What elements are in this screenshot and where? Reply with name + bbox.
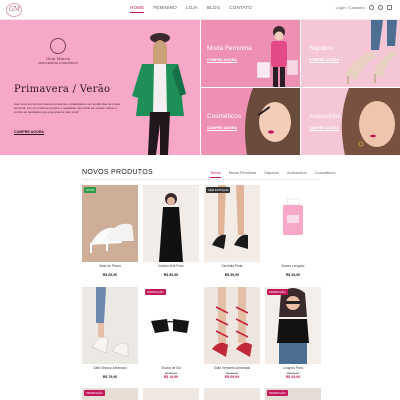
product-name[interactable]: Bruma Lengado (265, 264, 321, 268)
product-card[interactable]: PROMOÇÃO Óculos de Sol R$ 59,90 R$ 19,90 (143, 287, 199, 385)
product-name[interactable]: Sandália Preta (204, 264, 260, 268)
nav-loja[interactable]: LOJA (186, 5, 198, 13)
product-badge: PROMOÇÃO (267, 289, 288, 295)
cart-icon[interactable] (387, 5, 392, 10)
nav-blog[interactable]: BLOG (207, 5, 220, 13)
hero-banner: Gina Moura MODA FEMININA & ACESSÓRIOS Pr… (0, 20, 200, 155)
product-card[interactable]: PROMOÇÃO (265, 388, 321, 400)
product-card[interactable]: PROMOÇÃO (82, 388, 138, 400)
product-price: R$ 49,90 (285, 273, 301, 277)
logo-text: GM (9, 6, 20, 13)
category-label: Sapatos (309, 45, 333, 52)
product-badge: NOVO (84, 187, 97, 193)
category-moda-feminina[interactable]: Moda Feminina COMPRE AGORA (201, 20, 300, 87)
product-name[interactable]: Salto de Pluma (82, 264, 138, 268)
nav-contato[interactable]: CONTATO (229, 5, 252, 13)
product-card[interactable]: Bruma Lengado R$ 49,90 (265, 185, 321, 283)
login-link[interactable]: Login / Cadastro (336, 5, 365, 10)
product-card[interactable]: SEM ESTOQUE Sandália Preta R$ 59,90 (204, 185, 260, 283)
category-sapatos-image (345, 20, 397, 84)
product-badge: PROMOÇÃO (267, 390, 288, 396)
product-name[interactable]: Salto Branco Amarrado (82, 366, 138, 370)
product-name[interactable]: Cropped Preto (265, 366, 321, 370)
category-acessorios[interactable]: Acessórios COMPRE AGORA (301, 88, 400, 155)
product-name[interactable]: Salto Vermelho Amarrado (204, 366, 260, 370)
product-badge: PROMOÇÃO (145, 289, 166, 295)
product-image[interactable] (265, 185, 321, 262)
product-image[interactable] (265, 287, 321, 364)
site-header: GM HOME FEMININO LOJA BLOG CONTATO Login… (0, 0, 400, 20)
product-price: R$ 69,90 (224, 375, 240, 379)
category-acessorios-image (341, 88, 400, 155)
hero-model-image (132, 33, 186, 155)
hero-brand-tag: MODA FEMININA & ACESSÓRIOS (38, 62, 78, 65)
product-image[interactable] (82, 287, 138, 364)
product-card[interactable] (143, 388, 199, 400)
category-cta[interactable]: COMPRE AGORA (207, 58, 238, 63)
product-name[interactable]: Vestido Midi Preto (143, 264, 199, 268)
category-cta[interactable]: COMPRE AGORA (309, 58, 340, 63)
hero-brand-name: Gina Moura (45, 56, 71, 61)
product-badge: PROMOÇÃO (84, 390, 105, 396)
product-price: R$ 69,90 (102, 273, 118, 277)
product-price: R$ 79,90 (102, 375, 118, 379)
hero-brand-logo: Gina Moura MODA FEMININA & ACESSÓRIOS (38, 38, 78, 68)
site-logo[interactable]: GM (6, 3, 22, 17)
product-price: R$ 39,90 (285, 375, 301, 379)
hero-title: Primavera / Verão (14, 84, 111, 95)
category-label: Cosméticos (207, 113, 241, 120)
category-cosmeticos-image (245, 88, 300, 155)
product-name[interactable]: Óculos de Sol (143, 366, 199, 370)
nav-home[interactable]: HOME (130, 5, 145, 13)
tab-moda-feminina[interactable]: Moda Feminina (229, 170, 257, 178)
product-image[interactable] (204, 185, 260, 262)
category-cta[interactable]: COMPRE AGORA (309, 126, 340, 131)
tab-acessorios[interactable]: Acessórios (287, 170, 307, 178)
product-image[interactable] (143, 287, 199, 364)
category-cosmeticos[interactable]: Cosméticos COMPRE AGORA (201, 88, 300, 155)
product-badge: SEM ESTOQUE (206, 187, 231, 193)
category-label: Acessórios (309, 113, 341, 120)
brand-ring (50, 38, 66, 54)
product-card[interactable]: Salto Branco Amarrado R$ 79,90 (82, 287, 138, 385)
main-nav: HOME FEMININO LOJA BLOG CONTATO (130, 5, 252, 13)
product-card[interactable] (204, 388, 260, 400)
product-image[interactable] (204, 287, 260, 364)
product-price: R$ 59,90 (224, 273, 240, 277)
product-image[interactable] (143, 388, 199, 400)
hero-description: Aqui você encontra produtos exclusivos e… (14, 102, 120, 115)
product-card[interactable]: NOVO Salto de Pluma R$ 69,90 (82, 185, 138, 283)
product-card[interactable]: PROMOÇÃO Cropped Preto R$ 49,90 R$ 39,90 (265, 287, 321, 385)
user-area: Login / Cadastro (336, 5, 392, 10)
product-card[interactable]: Salto Vermelho Amarrado R$ 89,90 R$ 69,9… (204, 287, 260, 385)
category-moda-feminina-image (256, 26, 299, 87)
search-icon[interactable] (369, 5, 374, 10)
category-label: Moda Feminina (207, 45, 252, 52)
hero-cta-link[interactable]: COMPRE AGORA (14, 130, 45, 135)
category-cta[interactable]: COMPRE AGORA (207, 126, 238, 131)
product-filter-tabs: Todos Moda Feminina Sapatos Acessórios C… (210, 170, 335, 178)
wishlist-icon[interactable] (378, 5, 383, 10)
category-sapatos[interactable]: Sapatos COMPRE AGORA (301, 20, 400, 87)
product-card[interactable]: Vestido Midi Preto R$ 89,90 (143, 185, 199, 283)
product-price: R$ 19,90 (163, 375, 179, 379)
product-image[interactable] (143, 185, 199, 262)
product-image[interactable] (204, 388, 260, 400)
section-divider (82, 179, 320, 180)
product-image[interactable] (82, 185, 138, 262)
nav-feminino[interactable]: FEMININO (153, 5, 177, 13)
tab-cosmeticos[interactable]: Cosméticos (315, 170, 336, 178)
product-price: R$ 89,90 (163, 273, 179, 277)
tab-sapatos[interactable]: Sapatos (264, 170, 279, 178)
tab-todos[interactable]: Todos (210, 170, 221, 178)
new-products-title: NOVOS PRODUTOS (82, 169, 153, 176)
